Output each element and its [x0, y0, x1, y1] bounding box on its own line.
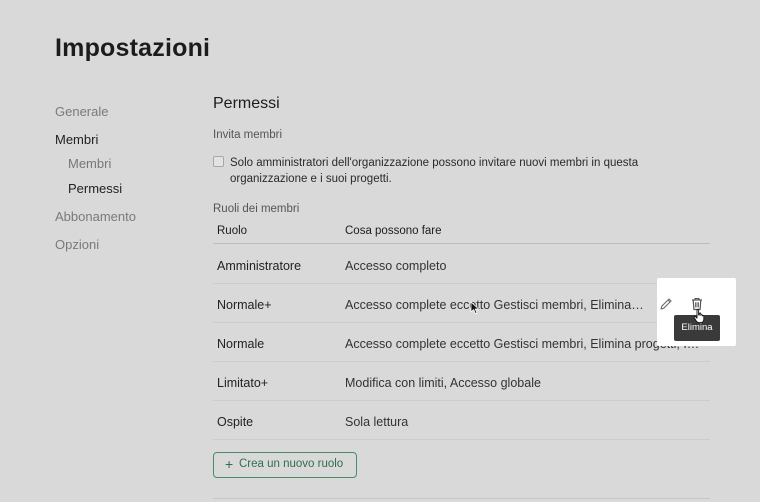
- create-role-label: Crea un nuovo ruolo: [239, 458, 344, 470]
- role-name: Normale+: [217, 298, 272, 312]
- role-name: Normale: [217, 337, 265, 351]
- section-divider: [213, 498, 710, 499]
- table-row[interactable]: Limitato+ Modifica con limiti, Accesso g…: [213, 361, 710, 401]
- trash-icon: [692, 298, 702, 311]
- page-title: Impostazioni: [55, 34, 211, 62]
- delete-tooltip: Elimina: [674, 315, 720, 341]
- role-description: Accesso complete eccetto Gestisci membri…: [345, 298, 647, 312]
- table-row[interactable]: Normale+ Accesso complete eccetto Gestis…: [213, 283, 710, 323]
- role-name: Amministratore: [217, 259, 302, 273]
- role-description: Accesso completo: [345, 259, 447, 273]
- sidebar-subitem-permessi[interactable]: Permessi: [68, 181, 122, 196]
- sidebar-item-opzioni[interactable]: Opzioni: [55, 237, 99, 252]
- role-name: Ospite: [217, 415, 254, 429]
- table-row[interactable]: Ospite Sola lettura: [213, 400, 710, 440]
- role-description: Modifica con limiti, Accesso globale: [345, 376, 541, 390]
- section-title: Permessi: [213, 95, 280, 112]
- role-description: Accesso complete eccetto Gestisci membri…: [345, 337, 703, 351]
- row-actions-popover: Elimina: [657, 278, 736, 346]
- plus-icon: +: [225, 456, 234, 472]
- sidebar-item-generale[interactable]: Generale: [55, 104, 108, 119]
- column-header-role: Ruolo: [217, 225, 248, 237]
- role-name: Limitato+: [217, 376, 269, 390]
- invite-members-label: Invita membri: [213, 129, 283, 141]
- delete-role-button[interactable]: [688, 295, 706, 313]
- admin-only-invite-checkbox[interactable]: [213, 156, 224, 167]
- create-role-button[interactable]: + Crea un nuovo ruolo: [213, 452, 357, 478]
- table-row[interactable]: Amministratore Accesso completo: [213, 244, 710, 284]
- edit-role-button[interactable]: [657, 295, 675, 313]
- sidebar-subitem-membri[interactable]: Membri: [68, 156, 111, 171]
- tooltip-text: Elimina: [681, 322, 713, 333]
- role-description: Sola lettura: [345, 415, 409, 429]
- column-header-abilities: Cosa possono fare: [345, 225, 442, 237]
- sidebar-item-membri[interactable]: Membri: [55, 132, 98, 147]
- table-row[interactable]: Normale Accesso complete eccetto Gestisc…: [213, 322, 710, 362]
- admin-only-invite-text[interactable]: Solo amministratori dell'organizzazione …: [230, 155, 680, 187]
- sidebar-item-abbonamento[interactable]: Abbonamento: [55, 209, 136, 224]
- pencil-icon: [660, 298, 672, 310]
- member-roles-label: Ruoli dei membri: [213, 203, 300, 215]
